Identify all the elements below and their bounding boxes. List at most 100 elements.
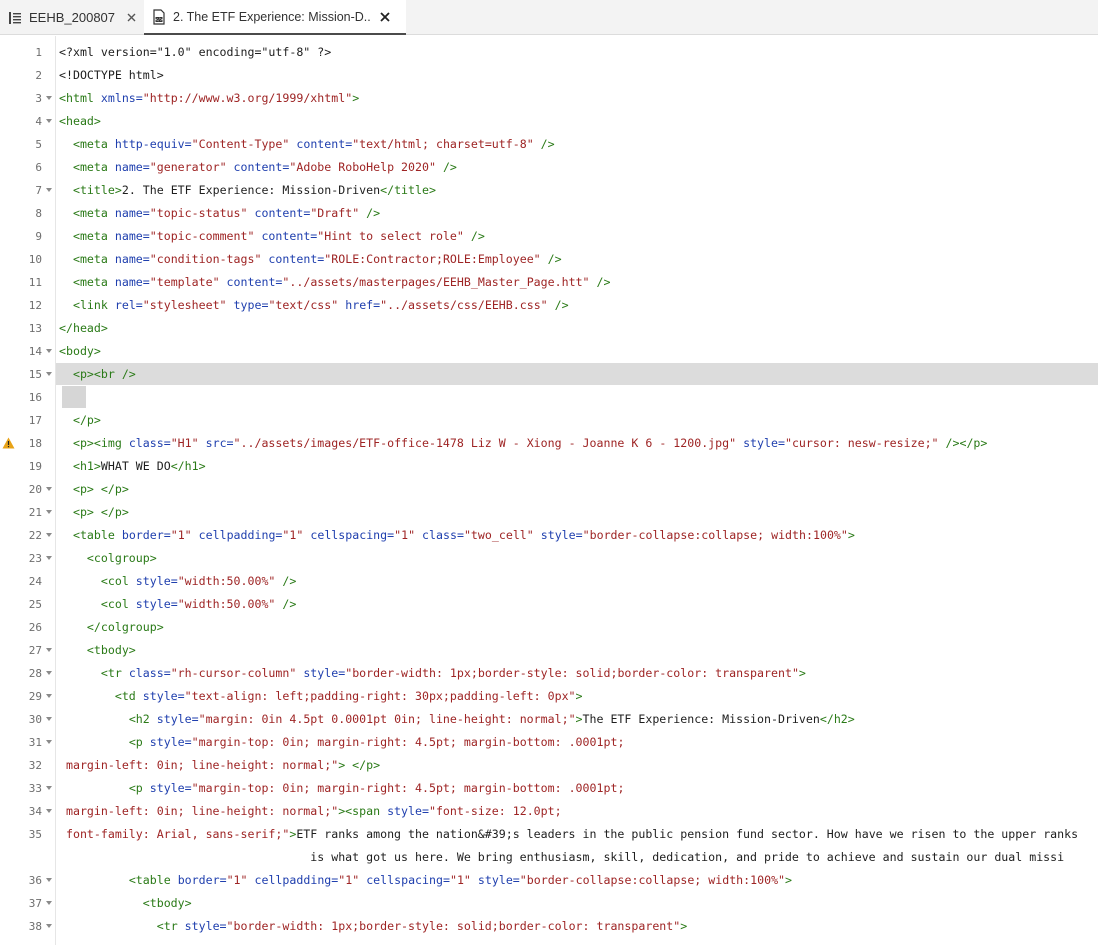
gutter-line: 11: [0, 271, 55, 294]
fold-toggle-icon[interactable]: [46, 717, 52, 721]
code-line[interactable]: is what got us here. We bring enthusiasm…: [59, 846, 1064, 869]
code-line[interactable]: <col style="width:50.00%" />: [59, 570, 296, 593]
code-area[interactable]: <?xml version="1.0" encoding="utf-8" ?> <…: [56, 36, 1098, 945]
code-line[interactable]: <?xml version="1.0" encoding="utf-8" ?>: [59, 41, 331, 64]
code-line[interactable]: <h1>WHAT WE DO</h1>: [59, 455, 206, 478]
close-icon[interactable]: [379, 11, 391, 23]
code-token: name=: [114, 275, 150, 289]
code-token: style=: [184, 919, 227, 933]
code-line[interactable]: <p style="margin-top: 0in; margin-right:…: [59, 731, 625, 754]
fold-toggle-icon[interactable]: [46, 188, 52, 192]
code-line[interactable]: <p><img class="H1" src="../assets/images…: [59, 432, 987, 455]
code-token: border=: [121, 528, 171, 542]
close-icon[interactable]: [125, 12, 137, 24]
fold-toggle-icon[interactable]: [46, 878, 52, 882]
tab-eehb-toc[interactable]: EEHB_200807: [0, 0, 144, 35]
code-token: />: [589, 275, 611, 289]
fold-toggle-icon[interactable]: [46, 487, 52, 491]
code-line[interactable]: <tr style="border-width: 1px;border-styl…: [59, 915, 688, 938]
tab-etf-experience[interactable]: </> 2. The ETF Experience: Mission-D...: [144, 0, 406, 35]
code-line[interactable]: <table border="1" cellpadding="1" cellsp…: [59, 869, 792, 892]
code-line[interactable]: <p style="margin-top: 0in; margin-right:…: [59, 777, 625, 800]
code-token: margin-left: 0in; line-height: normal;": [59, 804, 339, 818]
fold-toggle-icon[interactable]: [46, 533, 52, 537]
code-line[interactable]: <p> </p>: [59, 478, 129, 501]
fold-toggle-icon[interactable]: [46, 96, 52, 100]
code-token: style=: [533, 528, 583, 542]
code-line[interactable]: <tbody>: [59, 639, 136, 662]
code-line[interactable]: <html xmlns="http://www.w3.org/1999/xhtm…: [59, 87, 359, 110]
code-line[interactable]: <meta name="condition-tags" content="ROL…: [59, 248, 562, 271]
code-line[interactable]: </colgroup>: [59, 616, 164, 639]
text-selection: [62, 386, 86, 408]
fold-toggle-icon[interactable]: [46, 924, 52, 928]
code-token: "two_cell": [463, 528, 534, 542]
code-line[interactable]: <meta name="template" content="../assets…: [59, 271, 611, 294]
fold-toggle-icon[interactable]: [46, 556, 52, 560]
gutter-line: 24: [0, 570, 55, 593]
code-token: "margin-top: 0in; margin-right: 4.5pt; m…: [191, 735, 625, 749]
code-line[interactable]: <meta http-equiv="Content-Type" content=…: [59, 133, 555, 156]
line-number: 10: [28, 253, 42, 266]
code-token: "H1": [170, 436, 199, 450]
gutter-line: 34: [0, 800, 55, 823]
code-token: "../assets/images/ETF-office-1478 Liz W …: [233, 436, 737, 450]
gutter-line: 9: [0, 225, 55, 248]
fold-toggle-icon[interactable]: [46, 694, 52, 698]
toc-icon: [7, 10, 23, 26]
code-line[interactable]: <tr class="rh-cursor-column" style="bord…: [59, 662, 806, 685]
line-number: 36: [28, 874, 42, 887]
fold-toggle-icon[interactable]: [46, 786, 52, 790]
code-line[interactable]: <h2 style="margin: 0in 4.5pt 0.0001pt 0i…: [59, 708, 855, 731]
code-token: </p>: [72, 413, 101, 427]
svg-text:</>: </>: [155, 17, 163, 22]
code-line[interactable]: <link rel="stylesheet" type="text/css" h…: [59, 294, 569, 317]
code-line[interactable]: </head>: [59, 317, 108, 340]
gutter-line: 25: [0, 593, 55, 616]
code-token: "http://www.w3.org/1999/xhtml": [142, 91, 353, 105]
code-line[interactable]: <meta name="generator" content="Adobe Ro…: [59, 156, 457, 179]
code-token: style=: [135, 597, 178, 611]
code-line[interactable]: <title>2. The ETF Experience: Mission-Dr…: [59, 179, 436, 202]
code-line[interactable]: </p>: [59, 409, 101, 432]
fold-toggle-icon[interactable]: [46, 119, 52, 123]
gutter-line: 29: [0, 685, 55, 708]
code-line[interactable]: <body>: [59, 340, 101, 363]
code-line[interactable]: <td style="text-align: left;padding-righ…: [59, 685, 583, 708]
fold-toggle-icon[interactable]: [46, 740, 52, 744]
fold-toggle-icon[interactable]: [46, 671, 52, 675]
code-line[interactable]: <colgroup>: [59, 547, 157, 570]
code-token: <h2: [128, 712, 157, 726]
code-line[interactable]: <col style="width:50.00%" />: [59, 593, 296, 616]
fold-toggle-icon[interactable]: [46, 372, 52, 376]
code-line[interactable]: <!DOCTYPE html>: [59, 64, 164, 87]
code-line[interactable]: <meta name="topic-status" content="Draft…: [59, 202, 380, 225]
line-number: 8: [35, 207, 42, 220]
code-token: </head>: [59, 321, 108, 335]
code-line[interactable]: margin-left: 0in; line-height: normal;">…: [59, 754, 380, 777]
fold-toggle-icon[interactable]: [46, 349, 52, 353]
warning-icon[interactable]: [2, 437, 15, 449]
code-token: 2. The ETF Experience: Mission-Driven: [121, 183, 381, 197]
code-line[interactable]: <tbody>: [59, 892, 192, 915]
code-line[interactable]: <table border="1" cellpadding="1" cellsp…: [59, 524, 855, 547]
fold-toggle-icon[interactable]: [46, 510, 52, 514]
code-line[interactable]: <head>: [59, 110, 101, 133]
code-line[interactable]: <p><br />: [59, 363, 136, 386]
code-editor[interactable]: 1 2 3 4 5 6 7 8 9 10 11 12 13 14 15 16 17 18 19 20 21 22 23 24 2…: [0, 36, 1098, 945]
gutter-line: 8: [0, 202, 55, 225]
code-line[interactable]: <meta name="topic-comment" content="Hint…: [59, 225, 485, 248]
gutter-line: 1: [0, 41, 55, 64]
code-token: "border-width: 1px;border-style: solid;b…: [345, 666, 799, 680]
fold-toggle-icon[interactable]: [46, 901, 52, 905]
fold-toggle-icon[interactable]: [46, 809, 52, 813]
code-token: <table: [128, 873, 178, 887]
code-line[interactable]: font-family: Arial, sans-serif;">ETF ran…: [59, 823, 1078, 846]
code-line[interactable]: margin-left: 0in; line-height: normal;">…: [59, 800, 562, 823]
code-line[interactable]: <p> </p>: [59, 501, 129, 524]
fold-toggle-icon[interactable]: [46, 648, 52, 652]
